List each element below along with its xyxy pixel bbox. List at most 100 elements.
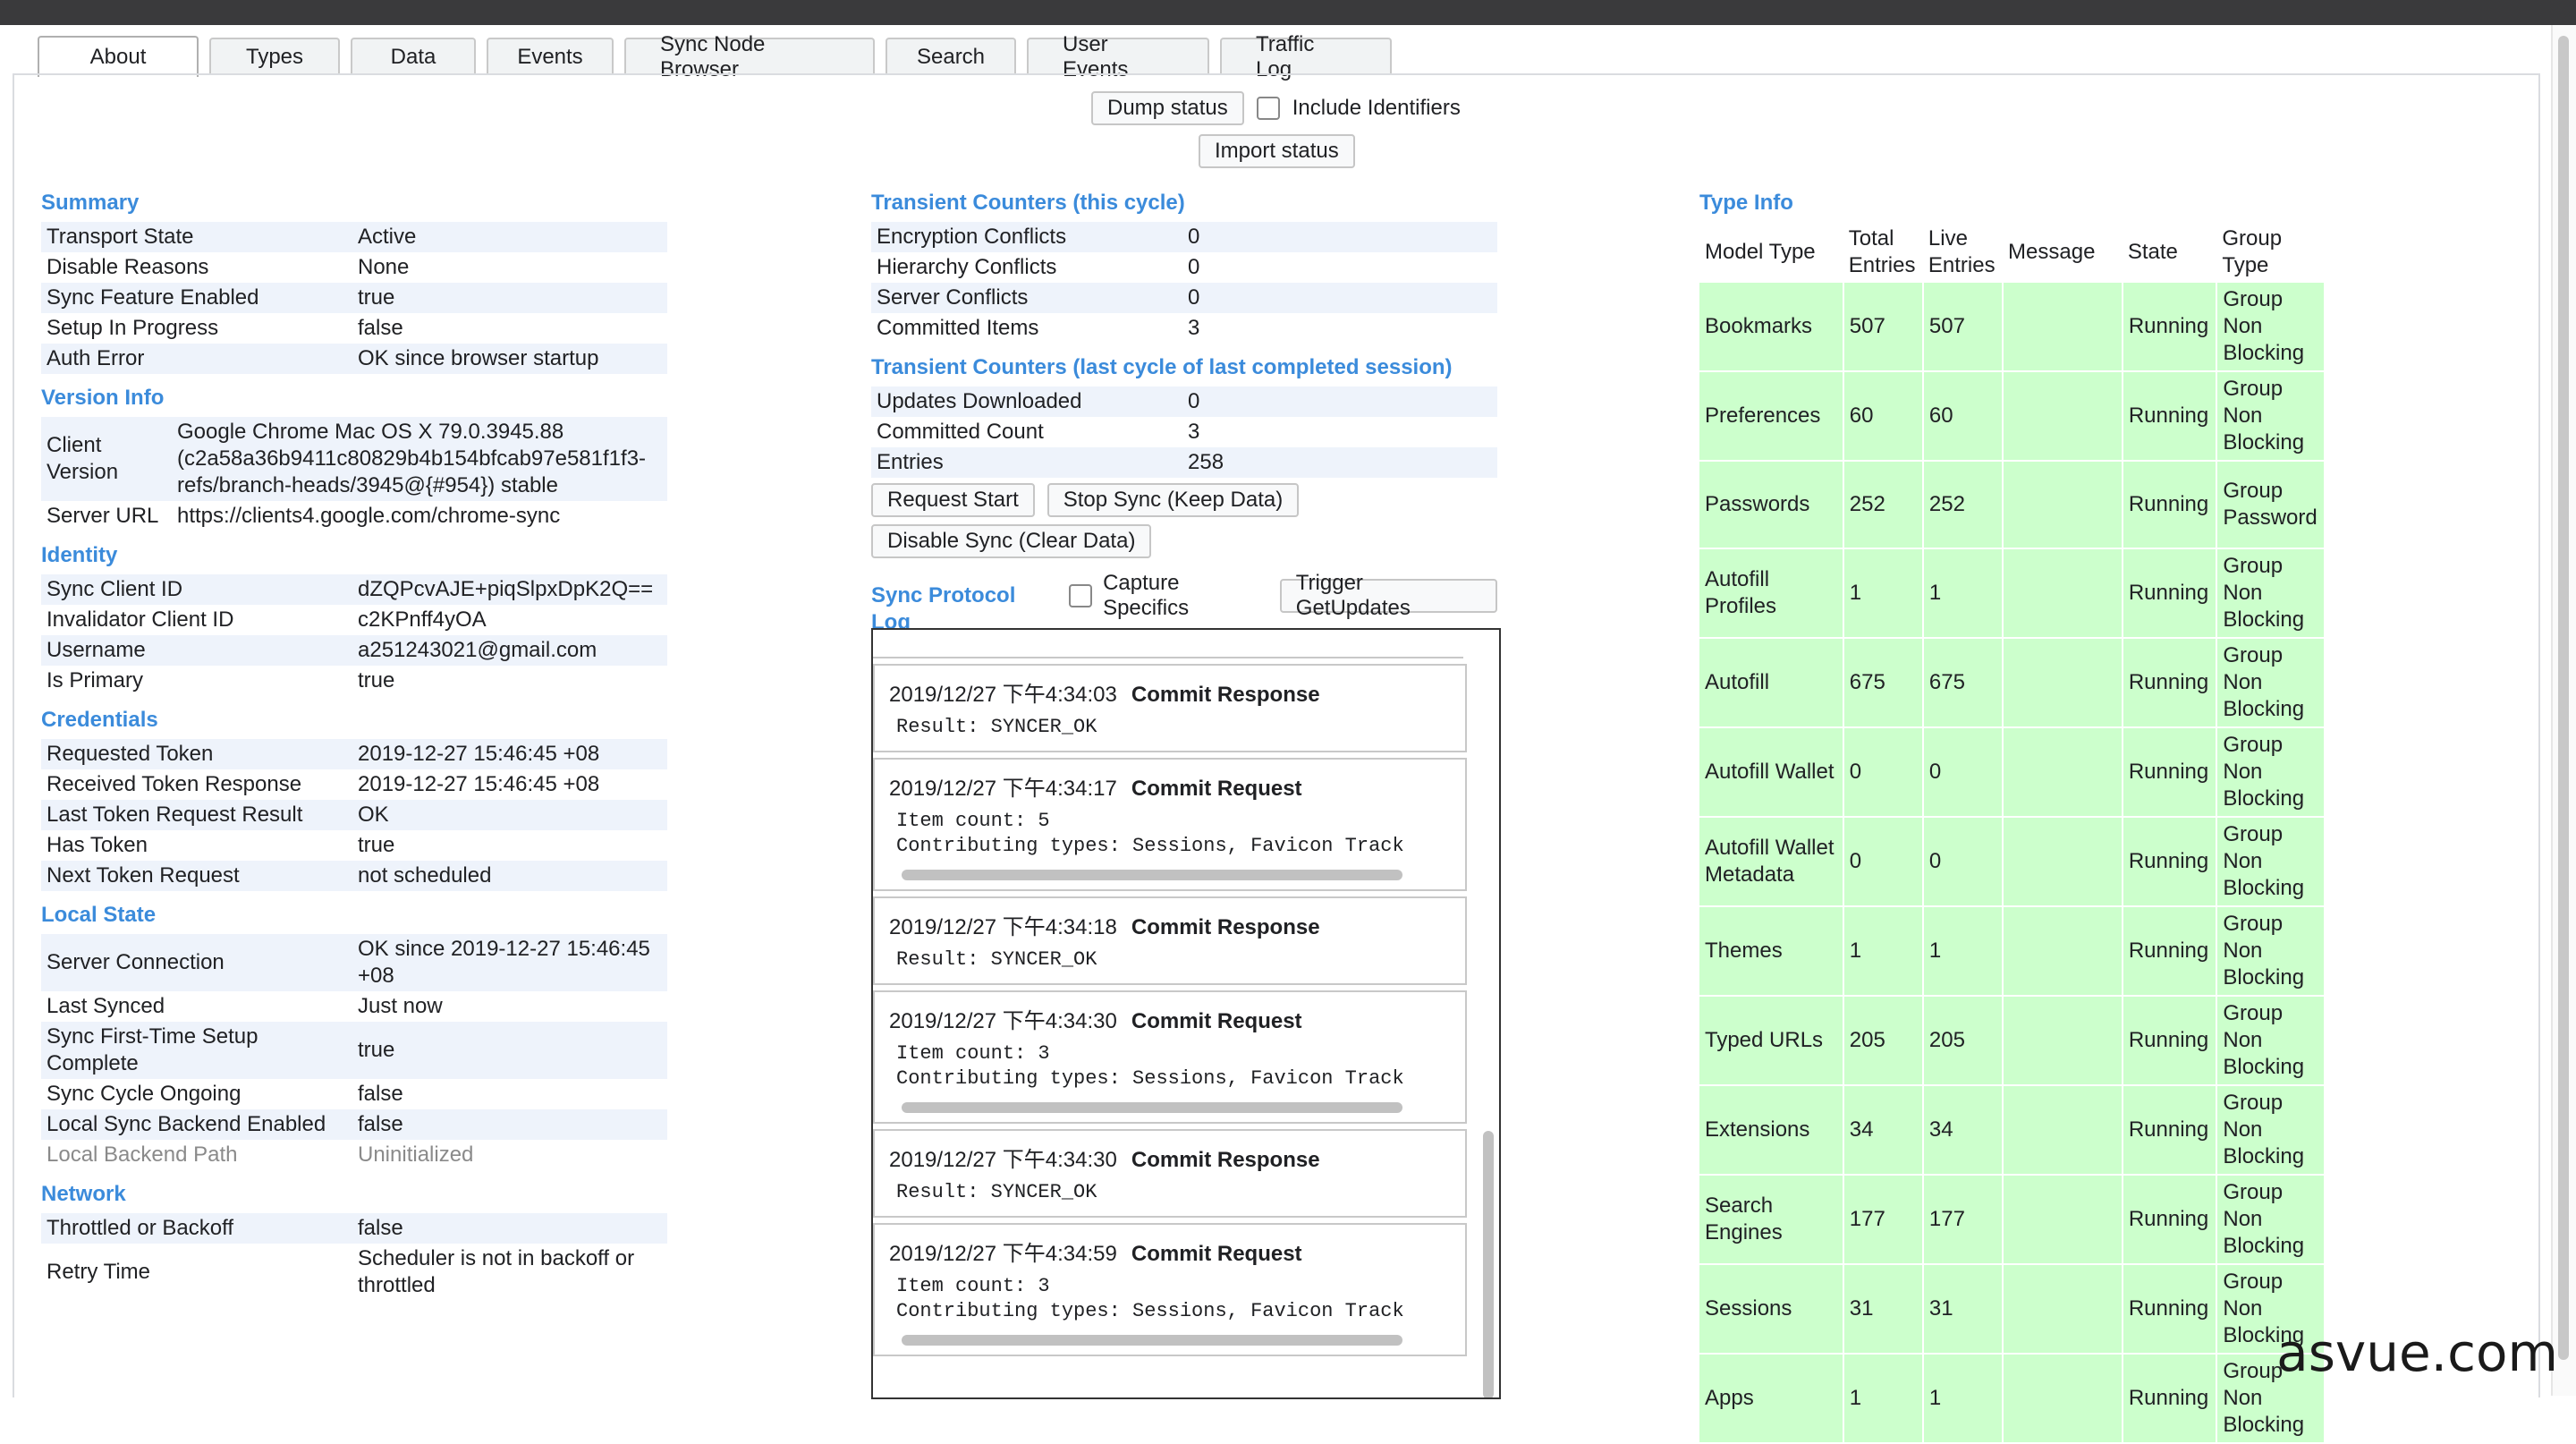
table-row: Sync Feature Enabled true: [41, 283, 667, 313]
table-cell: 205: [1843, 996, 1924, 1086]
page-scrollbar-thumb[interactable]: [2558, 36, 2569, 1360]
row-value: OK since browser startup: [352, 344, 667, 374]
log-entry[interactable]: 2019/12/27 下午4:34:03 Commit Response Resul…: [873, 664, 1467, 752]
table-cell: Autofill Wallet Metadata: [1699, 817, 1844, 907]
request-start-button[interactable]: Request Start: [871, 483, 1035, 517]
table-cell: Running: [2122, 638, 2218, 728]
browser-top-bar: [0, 0, 2576, 25]
include-identifiers-checkbox[interactable]: [1256, 97, 1280, 120]
row-label: Committed Items: [877, 316, 1039, 340]
version-info-title: Version Info: [41, 386, 165, 410]
table-row: Invalidator Client ID c2KPnff4yOA: [41, 605, 667, 635]
log-entry[interactable]: 2019/12/27 下午4:34:59 Commit Request Item c…: [873, 1223, 1467, 1356]
include-identifiers-label: Include Identifiers: [1292, 96, 1461, 120]
tab-user-events[interactable]: User Events: [1027, 32, 1209, 81]
table-cell: Apps: [1699, 1354, 1844, 1444]
stop-sync-button[interactable]: Stop Sync (Keep Data): [1046, 483, 1300, 517]
table-cell: 60: [1922, 371, 2004, 462]
row-value: not scheduled: [352, 861, 667, 891]
watermark: asvue.com: [2276, 1322, 2558, 1383]
network-title: Network: [41, 1182, 126, 1206]
table-row: Local Sync Backend Enabled false: [41, 1109, 667, 1140]
tab-types[interactable]: Types: [209, 38, 340, 75]
row-label: Server URL: [47, 504, 159, 528]
column-header: Total Entries: [1848, 226, 1916, 277]
table-cell: [2003, 1264, 2123, 1355]
table-cell: 31: [1843, 1264, 1924, 1355]
table-row: Retry Time Scheduler is not in backoff or…: [41, 1244, 667, 1301]
table-cell: 60: [1843, 371, 1924, 462]
log-entry[interactable]: 2019/12/27 下午4:34:30 Commit Request Item c…: [873, 990, 1467, 1124]
table-cell: 0: [1922, 817, 2004, 907]
network-table: Throttled or Backoff false Retry Time Sched…: [41, 1213, 667, 1301]
dump-status-button[interactable]: Dump status: [1091, 91, 1244, 125]
table-cell: Running: [2122, 996, 2218, 1086]
capture-specifics-checkbox[interactable]: [1069, 584, 1093, 607]
row-label: Updates Downloaded: [871, 386, 1182, 417]
table-cell: Running: [2122, 727, 2218, 818]
table-cell: 1: [1922, 906, 2004, 997]
table-cell: Autofill Profiles: [1699, 548, 1844, 639]
log-entry[interactable]: 2019/12/27 下午4:34:30 Commit Response Resul…: [873, 1129, 1467, 1218]
table-cell: Typed URLs: [1699, 996, 1844, 1086]
row-label: Next Token Request: [41, 861, 352, 891]
row-label: Sync Client ID: [41, 574, 352, 605]
page-scrollbar[interactable]: [2551, 25, 2576, 1396]
table-cell: Running: [2122, 548, 2218, 639]
log-entry-header: 2019/12/27 下午4:34:03 Commit Response: [875, 666, 1465, 713]
row-value: 2019-12-27 15:46:45 +08: [352, 739, 667, 769]
column-header: Message: [2008, 240, 2096, 264]
tab-about[interactable]: About: [38, 36, 199, 77]
row-value: Uninitialized: [358, 1142, 474, 1167]
log-entry[interactable]: 2019/12/27 下午4:34:17 Commit Request Item c…: [873, 758, 1467, 891]
table-row: Received Token Response 2019-12-27 15:46:…: [41, 769, 667, 800]
table-row: Search Engines 177 177 Running Group Non Blo…: [1699, 1175, 2326, 1265]
protocol-log-panel[interactable]: 2019/12/27 下午4:34:03 Commit Response Resul…: [871, 628, 1501, 1399]
log-entry-scrollbar[interactable]: [902, 1102, 1402, 1113]
table-cell: 675: [1922, 638, 2004, 728]
table-row: Autofill 675 675 Running Group Non Blocking: [1699, 638, 2326, 728]
table-row: Encryption Conflicts 0: [871, 222, 1497, 252]
table-cell: Autofill Wallet: [1699, 727, 1844, 818]
tab-traffic-log[interactable]: Traffic Log: [1220, 32, 1392, 81]
tab-search[interactable]: Search: [886, 38, 1016, 75]
log-entry-scrollbar[interactable]: [902, 1335, 1402, 1346]
credentials-title: Credentials: [41, 708, 158, 732]
table-row: Passwords 252 252 Running Group Password: [1699, 461, 2326, 549]
log-entry[interactable]: 2019/12/27 下午4:34:18 Commit Response Resul…: [873, 896, 1467, 985]
transient-cycle-table: Encryption Conflicts 0 Hierarchy Conflicts…: [871, 222, 1497, 344]
table-cell: Running: [2122, 371, 2218, 462]
log-entry-type: Commit Response: [1131, 915, 1320, 939]
table-cell: 507: [1922, 283, 2004, 372]
table-row: Committed Items 3: [871, 313, 1497, 344]
table-row: Requested Token 2019-12-27 15:46:45 +08: [41, 739, 667, 769]
disable-sync-button[interactable]: Disable Sync (Clear Data): [871, 524, 1152, 558]
log-entry-header: 2019/12/27 下午4:34:17 Commit Request: [875, 760, 1465, 807]
log-entry-body: Item count: 3 Contributing types: Sessio…: [896, 1042, 1404, 1090]
table-cell: Group Non Blocking: [2216, 371, 2326, 462]
trigger-getupdates-button[interactable]: Trigger GetUpdates: [1279, 571, 1497, 620]
protocol-log-scrollbar[interactable]: [1483, 1131, 1494, 1397]
table-cell: [2003, 548, 2123, 639]
table-row: Committed Count 3: [871, 417, 1497, 447]
tab-data[interactable]: Data: [351, 38, 476, 75]
table-cell: 34: [1843, 1085, 1924, 1176]
row-label: Sync Feature Enabled: [41, 283, 352, 313]
log-entry-body: Result: SYNCER_OK: [896, 1181, 1097, 1203]
table-row: Autofill Wallet 0 0 Running Group Non Blocki…: [1699, 727, 2326, 818]
summary-table: Transport State Active Disable Reasons None…: [41, 222, 667, 374]
table-cell: [2003, 371, 2123, 462]
version-info-table: Client Version Google Chrome Mac OS X 79.…: [41, 417, 667, 531]
local-state-title: Local State: [41, 903, 157, 927]
table-cell: Autofill: [1699, 638, 1844, 728]
table-cell: Running: [2122, 461, 2218, 549]
import-status-button[interactable]: Import status: [1199, 134, 1355, 168]
log-entry-header: 2019/12/27 下午4:34:30 Commit Request: [875, 992, 1465, 1040]
log-entry-scrollbar[interactable]: [902, 870, 1402, 880]
table-cell: Group Non Blocking: [2216, 638, 2326, 728]
tab-events[interactable]: Events: [487, 38, 614, 75]
table-row: Entries 258: [871, 447, 1497, 478]
row-label: Client Version: [41, 417, 172, 501]
table-row: Preferences 60 60 Running Group Non Blocking: [1699, 371, 2326, 462]
tab-sync-node-browser[interactable]: Sync Node Browser: [624, 32, 875, 81]
